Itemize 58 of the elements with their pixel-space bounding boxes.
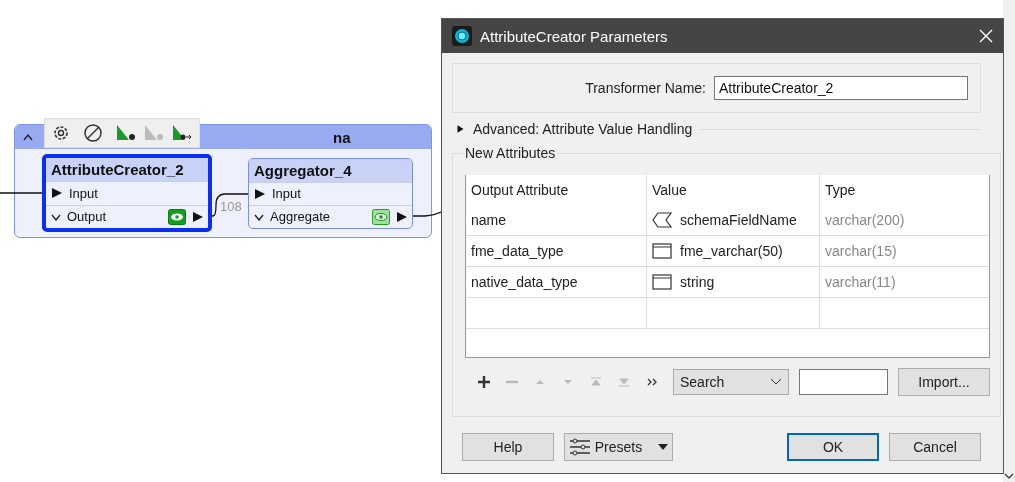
column-header[interactable]: Type: [820, 175, 989, 205]
column-header[interactable]: Output Attribute: [466, 175, 647, 205]
table-cell: fme_data_type: [466, 236, 647, 266]
field-label: Transformer Name:: [585, 80, 706, 96]
expand-caret-icon[interactable]: [254, 213, 264, 221]
port-label: Aggregate: [270, 209, 330, 225]
table-cell-text: varchar(11): [824, 273, 897, 292]
eye-icon[interactable]: [168, 208, 186, 225]
run-icon[interactable]: [115, 124, 137, 142]
attribute-value-icon: [652, 212, 672, 228]
dropdown-arrow-icon: [658, 444, 669, 450]
chevron-down-icon: [770, 378, 782, 386]
feature-count: 108: [220, 199, 242, 214]
app-logo-icon: [452, 26, 472, 46]
table-cell: name: [466, 205, 647, 235]
search-field[interactable]: [799, 369, 888, 395]
table-cell[interactable]: fme_varchar(50): [647, 236, 820, 266]
transformer-node[interactable]: AttributeCreator_2 Input Output: [42, 154, 212, 232]
constant-value-icon: [652, 274, 672, 290]
collapse-caret-icon[interactable]: [23, 133, 33, 141]
output-port-icon[interactable]: [396, 211, 408, 223]
sliders-icon: [568, 438, 591, 456]
table-cell[interactable]: string: [647, 267, 820, 297]
node-title: Aggregator_4: [254, 162, 352, 179]
port-label: Output: [67, 209, 107, 225]
column-header[interactable]: Value: [647, 175, 820, 205]
window-title: AttributeCreator Parameters: [480, 27, 669, 45]
port-label: Input: [272, 186, 301, 202]
port-label: Input: [69, 186, 98, 201]
disable-icon[interactable]: [83, 123, 103, 143]
eye-icon[interactable]: [372, 209, 390, 225]
close-icon[interactable]: [979, 29, 993, 43]
expand-caret-icon[interactable]: [51, 212, 61, 221]
import-button[interactable]: Import...: [898, 368, 990, 396]
bookmark-title: na: [333, 128, 351, 146]
table-cell: native_data_type: [466, 267, 647, 297]
search-dropdown[interactable]: Search: [673, 369, 789, 395]
table-cell-text: varchar(15): [824, 242, 898, 261]
table-cell[interactable]: schemaFieldName: [647, 205, 820, 235]
ok-button[interactable]: OK: [787, 433, 879, 461]
help-button[interactable]: Help: [462, 433, 554, 461]
section-title[interactable]: Advanced: Attribute Value Handling: [473, 121, 693, 137]
run-icon[interactable]: [171, 124, 193, 142]
table-cell-text: varchar(200): [824, 211, 906, 230]
connector-line: [210, 193, 251, 217]
constant-value-icon: [652, 243, 672, 259]
input-port-icon[interactable]: [254, 187, 266, 200]
output-port-icon[interactable]: [192, 210, 204, 223]
transformer-name-field[interactable]: AttributeCreator_2: [714, 76, 968, 100]
gear-icon[interactable]: [51, 123, 71, 143]
input-port-icon[interactable]: [51, 187, 63, 200]
presets-button[interactable]: Presets: [564, 433, 673, 461]
cancel-button[interactable]: Cancel: [889, 433, 981, 461]
node-title: AttributeCreator_2: [51, 161, 184, 179]
connector-line: [411, 211, 441, 217]
transformer-node[interactable]: Aggregator_4 Input Aggregate: [248, 158, 413, 229]
group-title: New Attributes: [464, 145, 557, 161]
expand-triangle-icon[interactable]: [456, 123, 465, 135]
